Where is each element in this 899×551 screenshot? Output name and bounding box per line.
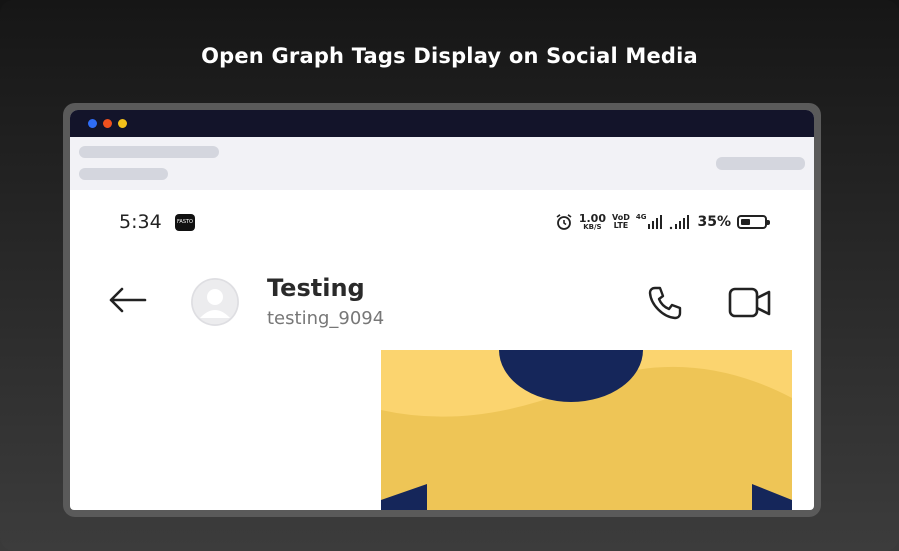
status-time: 5:34: [119, 211, 162, 233]
avatar-icon: [191, 278, 239, 326]
speed-value: 1.00: [578, 211, 606, 225]
avatar[interactable]: [191, 278, 239, 326]
contact-name: Testing: [267, 274, 365, 302]
volte-indicator: VoD LTE: [612, 214, 630, 230]
status-app-badge: FASTO: [175, 214, 195, 231]
contact-handle: testing_9094: [267, 308, 385, 329]
phone-call-icon[interactable]: [645, 283, 685, 323]
signal-icon: [670, 215, 690, 230]
skeleton-line: [79, 168, 168, 180]
link-preview-image[interactable]: [381, 350, 792, 510]
browser-toolbar: [70, 137, 814, 190]
network-speed: 1.00 KB/S: [578, 211, 606, 231]
skeleton-line: [79, 146, 219, 158]
signal-icon: [648, 215, 663, 229]
status-indicators: 1.00 KB/S VoD LTE 4G 35%: [555, 210, 770, 234]
video-call-icon[interactable]: [727, 283, 773, 323]
network-type: 4G: [635, 213, 647, 221]
battery-percent: 35%: [697, 214, 731, 230]
alarm-icon: [556, 214, 572, 230]
window-dot-blue[interactable]: [88, 119, 97, 128]
window-dot-yellow[interactable]: [118, 119, 127, 128]
speed-unit: KB/S: [583, 222, 602, 231]
battery-icon: [737, 215, 770, 229]
phone-screenshot: 5:34 FASTO 1.00 KB/S VoD LTE 4G 35% Test…: [79, 190, 805, 510]
window-titlebar: [70, 110, 814, 137]
window-dot-orange[interactable]: [103, 119, 112, 128]
signal-4g: 4G: [636, 214, 664, 230]
page-title: Open Graph Tags Display on Social Media: [201, 44, 698, 68]
volte-bottom: LTE: [613, 221, 629, 230]
back-arrow-icon[interactable]: [107, 285, 147, 315]
browser-window: 5:34 FASTO 1.00 KB/S VoD LTE 4G 35% Test…: [70, 110, 814, 510]
hero-card: Open Graph Tags Display on Social Media …: [0, 0, 899, 551]
skeleton-button: [716, 157, 805, 170]
